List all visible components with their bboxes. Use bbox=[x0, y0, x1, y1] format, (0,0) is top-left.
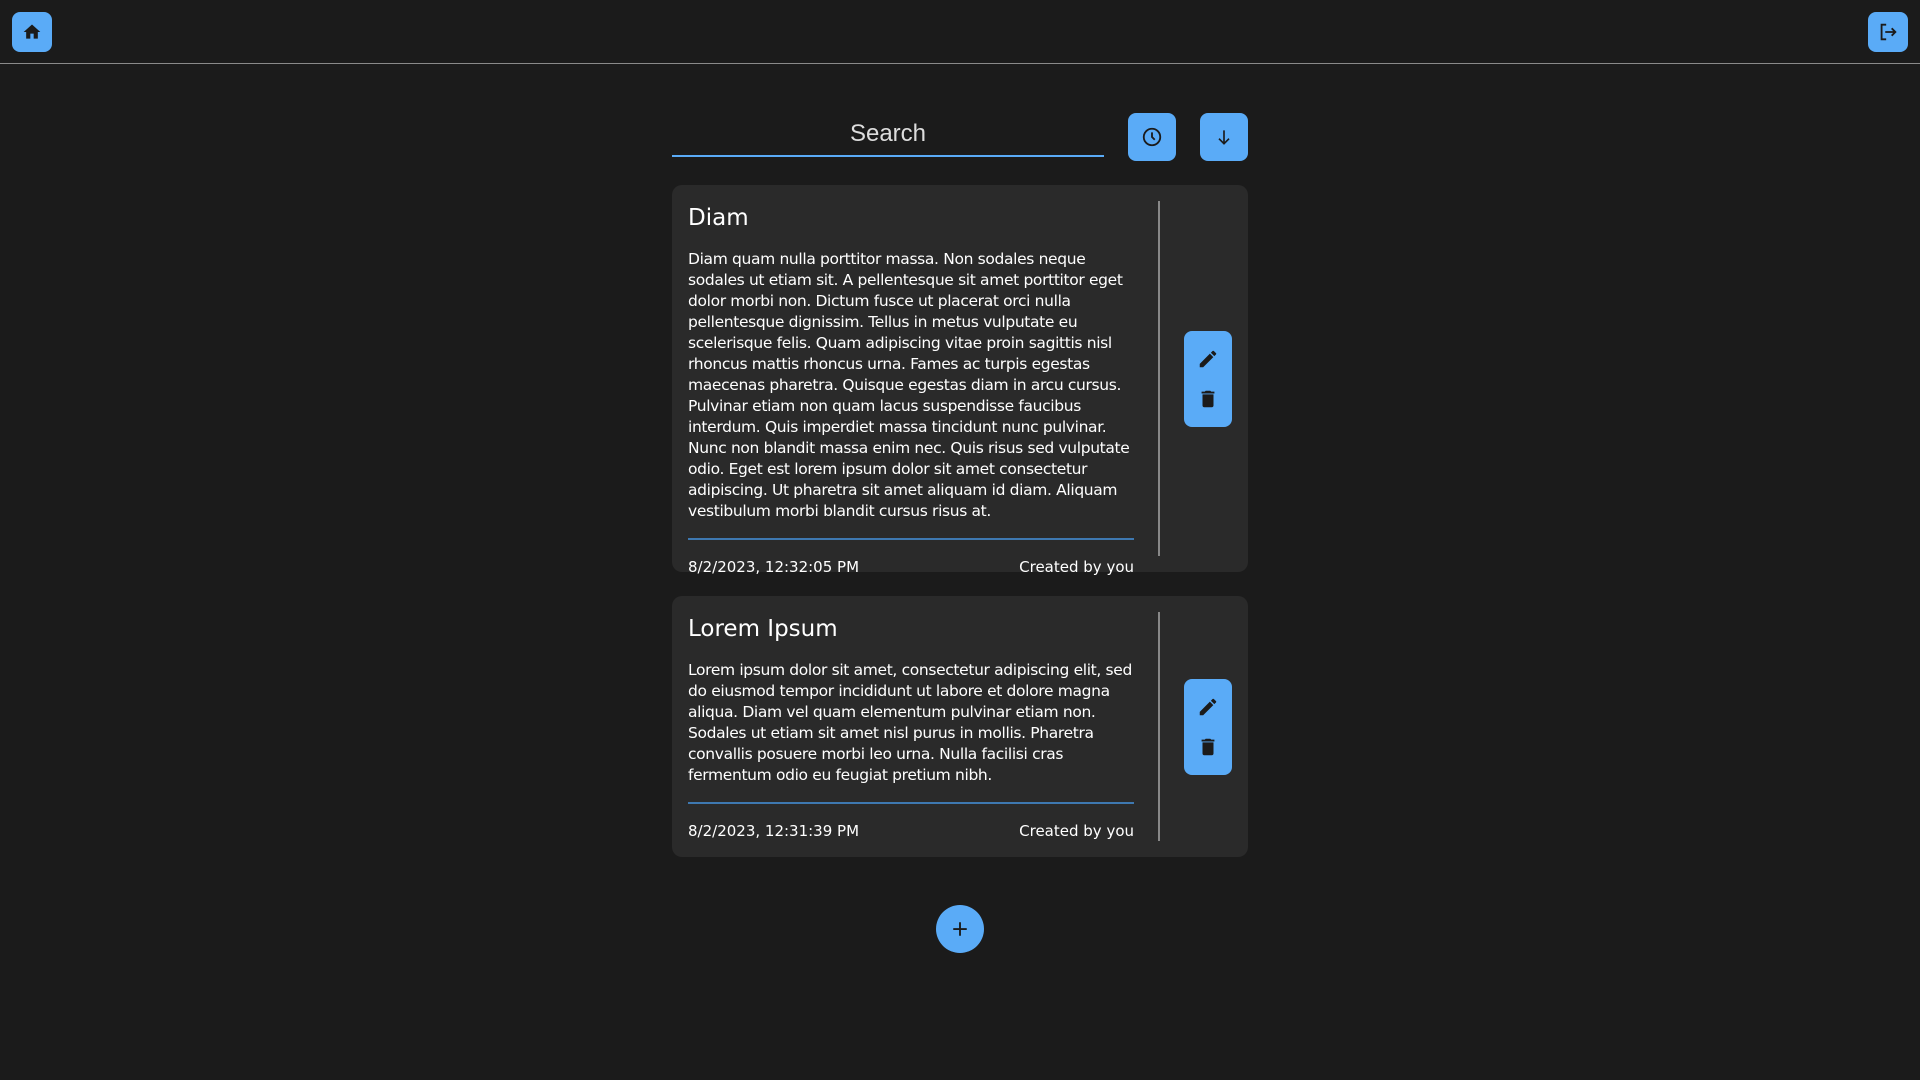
add-note-button[interactable] bbox=[936, 905, 984, 953]
plus-icon bbox=[953, 922, 967, 936]
vertical-divider bbox=[1158, 201, 1160, 556]
logout-button[interactable] bbox=[1868, 12, 1908, 52]
sort-by-date-button[interactable] bbox=[1128, 113, 1176, 161]
divider bbox=[688, 802, 1134, 804]
note-actions bbox=[1184, 331, 1232, 427]
note-card: Lorem Ipsum Lorem ipsum dolor sit amet, … bbox=[672, 596, 1248, 857]
sort-direction-button[interactable] bbox=[1200, 113, 1248, 161]
note-actions bbox=[1184, 679, 1232, 775]
top-bar bbox=[0, 0, 1920, 64]
note-date: 8/2/2023, 12:32:05 PM bbox=[688, 558, 860, 576]
edit-icon[interactable] bbox=[1197, 696, 1219, 718]
note-author: Created by you bbox=[1019, 558, 1134, 576]
note-body: Lorem ipsum dolor sit amet, consectetur … bbox=[688, 661, 1132, 784]
note-body: Diam quam nulla porttitor massa. Non sod… bbox=[688, 250, 1130, 520]
note-author: Created by you bbox=[1019, 822, 1134, 840]
delete-icon[interactable] bbox=[1197, 388, 1219, 410]
note-card: Diam Diam quam nulla porttitor massa. No… bbox=[672, 185, 1248, 576]
delete-icon[interactable] bbox=[1197, 736, 1219, 758]
home-icon bbox=[23, 24, 41, 39]
search-input[interactable] bbox=[672, 112, 1104, 155]
note-title: Lorem Ipsum bbox=[688, 616, 838, 642]
home-button[interactable] bbox=[12, 12, 52, 52]
note-title: Diam bbox=[688, 205, 749, 231]
edit-icon[interactable] bbox=[1197, 348, 1219, 370]
search-field[interactable] bbox=[672, 112, 1104, 157]
clock-icon bbox=[1142, 127, 1162, 147]
logout-icon bbox=[1880, 23, 1897, 41]
vertical-divider bbox=[1158, 612, 1160, 841]
note-date: 8/2/2023, 12:31:39 PM bbox=[688, 822, 860, 840]
divider bbox=[688, 538, 1134, 540]
arrow-down-icon bbox=[1218, 130, 1230, 145]
